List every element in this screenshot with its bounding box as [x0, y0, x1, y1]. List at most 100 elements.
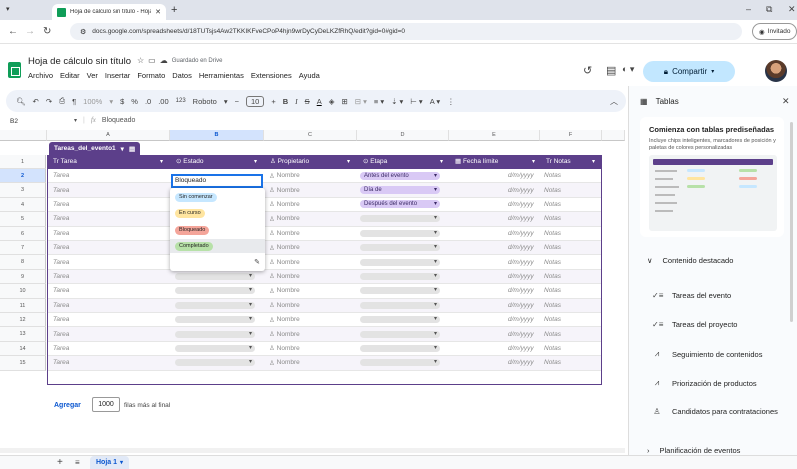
cell-estado[interactable] [175, 313, 255, 326]
template-candidatos[interactable]: ♙ Candidatos para contrataciones [652, 407, 778, 416]
menu-archivo[interactable]: Archivo [28, 71, 53, 80]
etapa-chip-empty[interactable] [360, 258, 440, 266]
cell-notas[interactable]: Notas [544, 270, 561, 283]
menu-ver[interactable]: Ver [87, 71, 98, 80]
header-notas[interactable]: Tr Notas [540, 155, 571, 169]
font-size-increase-icon[interactable]: + [271, 97, 275, 106]
etapa-chip-empty[interactable] [360, 214, 440, 223]
text-wrap-icon[interactable]: ⊢ ▾ [410, 97, 422, 106]
row-number[interactable]: 8 [0, 255, 46, 270]
cell-fecha[interactable]: d/m/yyyy [508, 255, 534, 268]
cell-tarea[interactable]: Tarea [53, 327, 69, 340]
estado-chip-empty[interactable] [175, 358, 255, 367]
estado-chip-empty[interactable] [175, 286, 255, 295]
undo-icon[interactable]: ↶ [33, 97, 39, 106]
cell-propietario[interactable]: ♙ Nombre [269, 255, 300, 268]
header-fecha-chevron-icon[interactable]: ▾ [532, 155, 535, 169]
template-tareas-proyecto[interactable]: ✓≡ Tareas del proyecto [652, 320, 737, 329]
namebox-chevron-icon[interactable]: ▾ [74, 117, 77, 124]
table-row[interactable]: Tarea ♙ Nombre Día de d/m/yyyy Notas [47, 183, 602, 198]
percent-format[interactable]: % [131, 97, 138, 106]
all-sheets-icon[interactable]: ≡ [75, 458, 80, 467]
cell-tarea[interactable]: Tarea [53, 313, 69, 326]
cell-notas[interactable]: Notas [544, 241, 561, 254]
cell-etapa[interactable] [360, 212, 440, 225]
cell-propietario[interactable]: ♙ Nombre [269, 356, 300, 369]
header-propietario[interactable]: ♙ Propietario [264, 155, 309, 169]
cell-tarea[interactable]: Tarea [53, 227, 69, 240]
etapa-chip[interactable]: Después del evento [360, 200, 440, 209]
document-title[interactable]: Hoja de cálculo sin título [28, 56, 131, 67]
cell-fecha[interactable]: d/m/yyyy [508, 342, 534, 355]
option-sin-comenzar[interactable]: Sin comenzar [175, 193, 217, 202]
cell-fecha[interactable]: d/m/yyyy [508, 356, 534, 369]
menu-ayuda[interactable]: Ayuda [299, 71, 320, 80]
cell-notas[interactable]: Notas [544, 227, 561, 240]
cell-notas[interactable]: Notas [544, 327, 561, 340]
comments-icon[interactable]: ▤ [606, 64, 616, 77]
align-vertical-icon[interactable]: ⇣ ▾ [391, 97, 403, 106]
template-seguimiento[interactable]: ⩘ Seguimiento de contenidos [652, 349, 763, 359]
table-row[interactable]: Tarea ♙ Nombre d/m/yyyy Notas [47, 298, 602, 313]
minimize-icon[interactable]: – [746, 4, 751, 14]
row-number[interactable]: 12 [0, 313, 46, 328]
cell-propietario[interactable]: ♙ Nombre [269, 227, 300, 240]
row-number[interactable]: 14 [0, 341, 46, 357]
cell-notas[interactable]: Notas [544, 198, 561, 211]
cell-tarea[interactable]: Tarea [53, 198, 69, 211]
cell-etapa[interactable] [360, 227, 440, 240]
cell-propietario[interactable]: ♙ Nombre [269, 313, 300, 326]
tab-close-icon[interactable]: ✕ [155, 8, 161, 16]
cell-etapa[interactable]: Día de [360, 183, 440, 196]
table-row[interactable]: Tarea ♙ Nombre d/m/yyyy Notas [47, 327, 602, 342]
menu-formato[interactable]: Formato [137, 71, 165, 80]
print-icon[interactable]: ⎙ [59, 96, 65, 106]
increase-decimal[interactable]: .00 [158, 97, 168, 106]
font-select[interactable]: Roboto [193, 97, 217, 106]
cell-fecha[interactable]: d/m/yyyy [508, 284, 534, 297]
col-header-b[interactable]: B [170, 130, 264, 141]
close-window-icon[interactable]: ✕ [788, 4, 796, 15]
cell-fecha[interactable]: d/m/yyyy [508, 241, 534, 254]
row-number[interactable]: 2 [0, 169, 46, 184]
option-en-curso[interactable]: En curso [175, 209, 205, 218]
italic-icon[interactable]: I [295, 97, 298, 106]
cell-propietario[interactable]: ♙ Nombre [269, 198, 300, 211]
cell-propietario[interactable]: ♙ Nombre [269, 299, 300, 312]
formula-content[interactable]: Bloqueado [102, 117, 135, 124]
cell-propietario[interactable]: ♙ Nombre [269, 183, 300, 196]
borders-icon[interactable]: ⊞ [341, 97, 347, 106]
avatar[interactable] [765, 60, 787, 82]
horizontal-scrollbar[interactable] [0, 448, 625, 453]
cell-notas[interactable]: Notas [544, 212, 561, 225]
cell-tarea[interactable]: Tarea [53, 356, 69, 369]
table-row[interactable]: Tarea ♙ Nombre d/m/yyyy Notas [47, 212, 602, 227]
etapa-chip-empty[interactable] [360, 330, 440, 338]
close-icon[interactable]: ✕ [782, 96, 790, 107]
name-box[interactable]: B2 [10, 118, 18, 125]
cell-propietario[interactable]: ♙ Nombre [269, 327, 300, 340]
add-rows-button[interactable]: Agregar [54, 402, 81, 409]
sheet-tab-hoja1[interactable]: Hoja 1 ▾ [90, 456, 130, 469]
cell-tarea[interactable]: Tarea [53, 183, 69, 196]
estado-chip-empty[interactable] [175, 315, 255, 324]
col-header-c[interactable]: C [264, 130, 357, 141]
header-estado-chevron-icon[interactable]: ▾ [254, 155, 257, 169]
table-row[interactable]: Tarea ♙ Nombre Antes del evento d/m/yyyy Not… [47, 169, 602, 184]
cell-etapa[interactable] [360, 327, 440, 340]
col-header-e[interactable]: E [449, 130, 540, 141]
table-row[interactable]: Tarea ♙ Nombre d/m/yyyy Notas [47, 269, 602, 285]
cell-fecha[interactable]: d/m/yyyy [508, 198, 534, 211]
cell-fecha[interactable]: d/m/yyyy [508, 227, 534, 240]
more-formats[interactable]: 123 [176, 98, 186, 104]
cell-etapa[interactable]: Después del evento [360, 198, 440, 211]
option-bloqueado[interactable]: Bloqueado [175, 226, 210, 235]
share-button[interactable]: 🔒︎ Compartir ▾ [643, 61, 735, 82]
more-options-icon[interactable]: ⋮ [447, 97, 455, 106]
cell-tarea[interactable]: Tarea [53, 299, 69, 312]
cell-notas[interactable]: Notas [544, 183, 561, 196]
cell-etapa[interactable]: Antes del evento [360, 169, 440, 182]
cell-tarea[interactable]: Tarea [53, 270, 69, 283]
cell-etapa[interactable] [360, 284, 440, 297]
restore-icon[interactable]: ⧉ [766, 4, 772, 15]
